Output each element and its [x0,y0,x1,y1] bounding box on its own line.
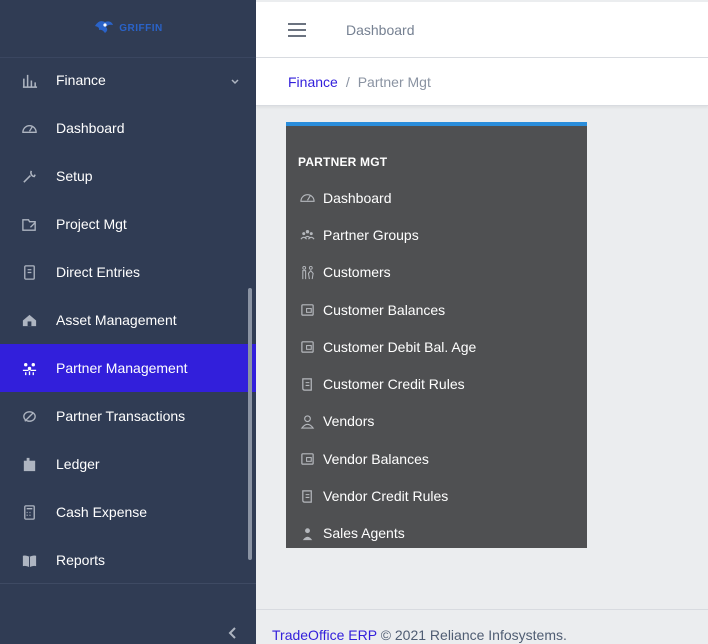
sidebar-item-ledger[interactable]: Ledger [0,440,256,488]
sidebar-item-label: Cash Expense [56,504,148,520]
panel-item-label: Vendors [323,413,375,430]
wallet-icon [286,339,323,354]
footer: TradeOffice ERP © 2021 Reliance Infosyst… [256,609,708,644]
sidebar-item-asset-management[interactable]: Asset Management [0,296,256,344]
breadcrumb: Finance / Partner Mgt [256,58,708,106]
sidebar-item-setup[interactable]: Setup [0,152,256,200]
sidebar-footer [0,583,256,644]
brand-logo: GRIFFIN [93,18,163,39]
sidebar-item-partner-transactions[interactable]: Partner Transactions [0,392,256,440]
panel-item-customer-balances[interactable]: Customer Balances [286,291,587,328]
document-icon [286,377,323,392]
chevron-left-icon[interactable] [228,626,238,644]
sidebar-item-label: Project Mgt [56,216,127,232]
sidebar-item-reports[interactable]: Reports [0,536,256,584]
sidebar: GRIFFIN Finance Dashboard Setup Project … [0,0,256,644]
chart-icon [0,72,56,89]
wallet-icon [286,302,323,317]
sidebar-item-label: Asset Management [56,312,177,328]
panel-item-vendor-balances[interactable]: Vendor Balances [286,440,587,477]
sidebar-item-label: Direct Entries [56,264,141,280]
footer-copyright: © 2021 Reliance Infosystems. [380,627,567,643]
panel-item-label: Customer Balances [323,301,446,318]
panel-title: PARTNER MGT [298,155,388,169]
panel-item-label: Partner Groups [323,226,419,243]
panel-item-label: Vendor Balances [323,450,429,467]
panel-item-customer-debit-bal-age[interactable]: Customer Debit Bal. Age [286,328,587,365]
sidebar-item-label: Ledger [56,456,100,472]
sidebar-item-partner-management[interactable]: Partner Management [0,344,256,392]
header: Dashboard Finance / Partner Mgt [256,2,708,106]
sidebar-item-finance[interactable]: Finance [0,56,256,104]
leaf-icon [0,408,56,425]
panel-item-partner-groups[interactable]: Partner Groups [286,216,587,253]
wrench-icon [0,168,56,185]
sidebar-scrollbar[interactable] [248,288,252,560]
chevron-down-icon[interactable] [230,74,240,90]
sidebar-item-label: Reports [56,552,106,568]
agent-icon [286,526,323,541]
group-icon [286,227,323,242]
sidebar-item-label: Setup [56,168,93,184]
header-title[interactable]: Dashboard [346,22,415,38]
document-icon [286,489,323,504]
panel-item-customer-credit-rules[interactable]: Customer Credit Rules [286,365,587,402]
sidebar-nav: Finance Dashboard Setup Project Mgt Dire… [0,56,256,584]
wallet-icon [286,451,323,466]
panel-item-dashboard[interactable]: Dashboard [286,179,587,216]
panel-item-vendors[interactable]: Vendors [286,403,587,440]
breadcrumb-finance-link[interactable]: Finance [288,74,338,90]
panel-item-label: Customer Credit Rules [323,376,465,393]
panel-item-label: Customers [323,264,391,281]
panel-item-label: Sales Agents [323,525,405,542]
breadcrumb-current: Partner Mgt [357,74,431,90]
panel-item-label: Customer Debit Bal. Age [323,338,477,355]
sidebar-item-label: Dashboard [56,120,125,136]
book-icon [0,552,56,569]
footer-link[interactable]: TradeOffice ERP [272,627,377,643]
breadcrumb-separator: / [345,74,350,90]
panel-item-sales-agents[interactable]: Sales Agents [286,515,587,552]
panel-item-label: Vendor Credit Rules [323,488,449,505]
people-icon [0,360,56,377]
sidebar-item-direct-entries[interactable]: Direct Entries [0,248,256,296]
person-outline-icon [286,414,323,429]
header-top: Dashboard [256,2,708,58]
notebook-icon [0,264,56,281]
sidebar-item-label: Finance [56,72,106,88]
sidebar-item-label: Partner Management [56,360,188,376]
couple-icon [286,265,323,280]
sidebar-item-dashboard[interactable]: Dashboard [0,104,256,152]
panel-menu: Dashboard Partner Groups Customers Custo… [286,179,587,552]
partner-mgt-panel: PARTNER MGT Dashboard Partner Groups Cus… [286,122,587,548]
panel-item-vendor-credit-rules[interactable]: Vendor Credit Rules [286,477,587,514]
ledger-icon [0,456,56,473]
calculator-icon [0,504,56,521]
hamburger-icon[interactable] [288,22,306,37]
brand-text: GRIFFIN [119,23,163,34]
folder-edit-icon [0,216,56,233]
speedometer-icon [0,120,56,137]
panel-item-label: Dashboard [323,189,392,206]
sidebar-item-label: Partner Transactions [56,408,186,424]
home-icon [0,312,56,329]
griffin-logo-icon [93,18,115,39]
brand[interactable]: GRIFFIN [0,0,256,58]
sidebar-item-project-mgt[interactable]: Project Mgt [0,200,256,248]
sidebar-item-cash-expense[interactable]: Cash Expense [0,488,256,536]
speedometer-icon [286,190,323,205]
panel-item-customers[interactable]: Customers [286,254,587,291]
